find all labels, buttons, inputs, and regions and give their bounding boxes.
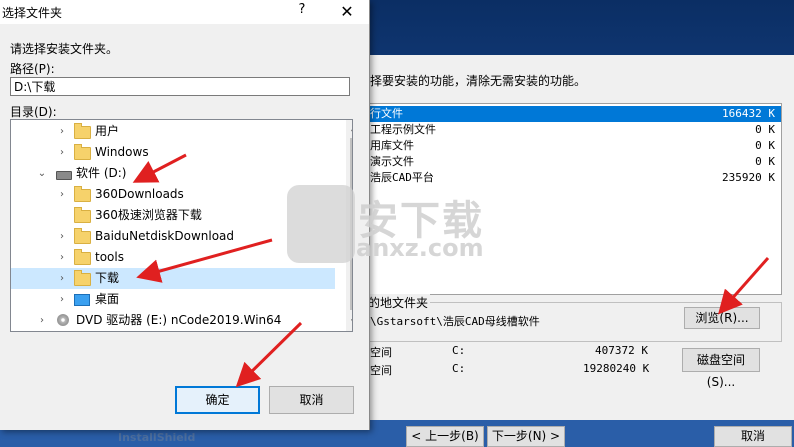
arrow-to-ok [235, 321, 303, 388]
arrow-to-browse [718, 257, 770, 315]
arrow-to-download-folder [136, 238, 273, 283]
arrow-to-drive [132, 153, 187, 183]
annotation-arrows [132, 153, 770, 388]
